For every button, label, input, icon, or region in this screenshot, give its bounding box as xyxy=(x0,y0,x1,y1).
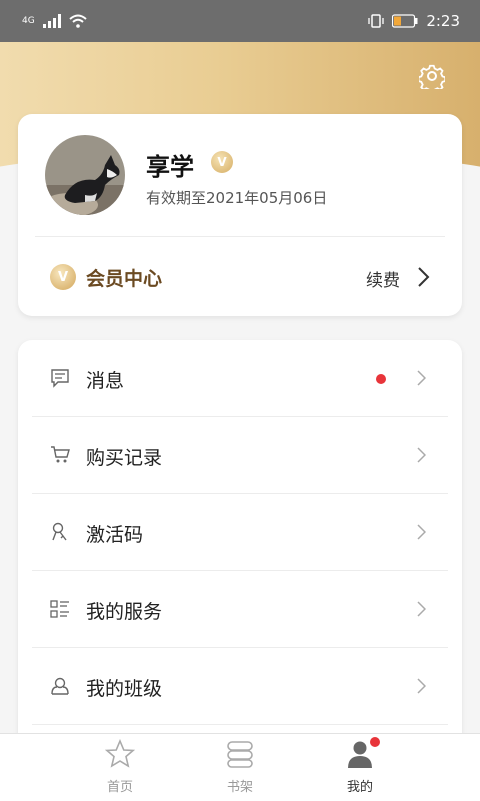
user-name: 享学 xyxy=(146,153,194,181)
notification-dot xyxy=(369,736,381,748)
network-type: 4G xyxy=(22,16,35,26)
membership-expiry: 有效期至2021年05月06日 xyxy=(146,189,328,207)
cart-icon xyxy=(51,446,70,463)
chevron-right-icon[interactable] xyxy=(416,266,430,288)
avatar-dog-photo xyxy=(45,135,125,215)
profile-card: 享学 V 有效期至2021年05月06日 V 会员中心 续费 xyxy=(18,114,462,316)
menu-item-label: 激活码 xyxy=(86,524,144,546)
vip-center-label[interactable]: 会员中心 xyxy=(86,264,162,291)
battery-icon xyxy=(392,14,418,28)
menu-item-my-services[interactable]: 我的服务 xyxy=(18,571,462,648)
class-icon xyxy=(51,677,69,695)
menu-item-label: 购买记录 xyxy=(86,447,163,469)
menu-item-label: 我的服务 xyxy=(86,601,163,623)
chevron-right-icon xyxy=(417,601,426,617)
vibrate-icon xyxy=(368,14,384,28)
menu-item-messages[interactable]: 消息 xyxy=(18,340,462,417)
bookshelf-icon xyxy=(227,741,253,768)
renew-button[interactable]: 续费 xyxy=(366,266,400,291)
signal-icon xyxy=(42,14,61,28)
clock: 2:23 xyxy=(426,12,460,30)
status-bar: 4G 2:23 xyxy=(0,0,480,42)
wifi-icon xyxy=(69,14,87,28)
service-list-icon xyxy=(50,600,69,618)
chevron-right-icon xyxy=(417,370,426,386)
unread-dot xyxy=(376,374,386,384)
message-icon xyxy=(51,369,69,388)
menu-item-label: 消息 xyxy=(86,370,125,392)
chevron-right-icon xyxy=(417,447,426,463)
vip-center-icon: V xyxy=(50,264,76,290)
settings-gear-icon[interactable] xyxy=(419,63,445,89)
bottom-tab-bar: 首页 书架 我的 xyxy=(0,733,480,801)
divider xyxy=(35,236,445,237)
star-icon xyxy=(105,739,135,768)
menu-item-purchase-history[interactable]: 购买记录 xyxy=(18,417,462,494)
chevron-right-icon xyxy=(417,678,426,694)
divider xyxy=(32,724,448,725)
menu-item-activation-code[interactable]: 激活码 xyxy=(18,494,462,571)
chevron-right-icon xyxy=(417,524,426,540)
key-icon xyxy=(52,522,67,541)
menu-item-label: 我的班级 xyxy=(86,678,163,700)
tab-label: 我的 xyxy=(346,780,373,795)
menu-card: 消息 购买记录 激活码 我的服务 我的班级 xyxy=(18,340,462,760)
tab-mine[interactable]: 我的 xyxy=(280,734,440,801)
avatar[interactable] xyxy=(45,135,125,215)
menu-item-my-class[interactable]: 我的班级 xyxy=(18,648,462,725)
vip-badge-icon: V xyxy=(211,151,233,173)
